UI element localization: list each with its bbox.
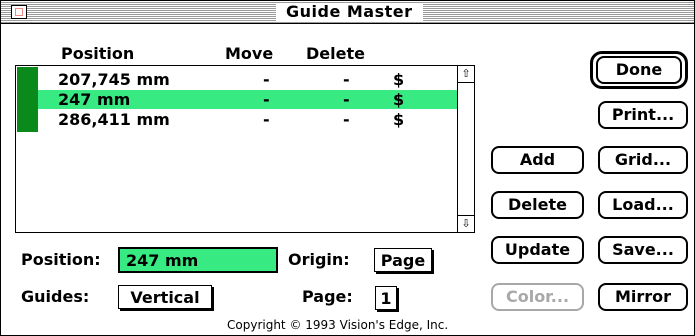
guide-position: 207,745 mm xyxy=(58,70,170,89)
guide-row-selected[interactable]: 247 mm - - $ xyxy=(38,90,457,109)
guide-list[interactable]: 207,745 mm - - $ 247 mm - - $ 286,411 mm… xyxy=(15,65,475,233)
down-arrow-icon[interactable]: ⇩ xyxy=(458,215,474,232)
guide-move: - xyxy=(263,110,270,129)
column-header-position: Position xyxy=(61,44,135,63)
origin-label: Origin: xyxy=(288,250,350,269)
position-input-value: 247 mm xyxy=(126,251,199,270)
print-button[interactable]: Print... xyxy=(598,101,688,129)
guide-position: 247 mm xyxy=(58,90,131,109)
mirror-button[interactable]: Mirror xyxy=(598,283,688,311)
color-button[interactable]: Color... xyxy=(491,283,584,311)
close-box-icon[interactable] xyxy=(11,5,27,19)
guide-master-window: Guide Master Position Move Delete 207,74… xyxy=(0,0,695,336)
done-button[interactable]: Done xyxy=(596,56,682,84)
guide-row[interactable]: 207,745 mm - - $ xyxy=(38,70,457,89)
guide-move: - xyxy=(263,70,270,89)
page-popup[interactable]: 1 xyxy=(375,286,397,310)
guide-flag: $ xyxy=(393,110,405,129)
column-header-delete: Delete xyxy=(306,44,365,63)
origin-popup[interactable]: Page xyxy=(374,248,432,272)
guides-label: Guides: xyxy=(21,287,90,306)
delete-button[interactable]: Delete xyxy=(491,191,584,219)
guide-flag: $ xyxy=(393,90,405,109)
add-button[interactable]: Add xyxy=(491,146,584,174)
position-input[interactable]: 247 mm xyxy=(118,247,278,273)
guide-delete: - xyxy=(343,70,350,89)
window-title: Guide Master xyxy=(276,3,423,21)
up-arrow-icon[interactable]: ⇧ xyxy=(458,66,474,83)
copyright-text: Copyright © 1993 Vision's Edge, Inc. xyxy=(227,318,449,332)
load-button[interactable]: Load... xyxy=(598,191,688,219)
guide-delete: - xyxy=(343,110,350,129)
list-scrollbar[interactable]: ⇧ ⇩ xyxy=(457,66,474,232)
guide-row[interactable]: 286,411 mm - - $ xyxy=(38,110,457,129)
position-label: Position: xyxy=(21,250,101,269)
guides-popup[interactable]: Vertical xyxy=(118,285,212,309)
page-label: Page: xyxy=(302,287,353,306)
save-button[interactable]: Save... xyxy=(598,236,688,264)
update-button[interactable]: Update xyxy=(491,236,584,264)
guide-delete: - xyxy=(343,90,350,109)
guide-position: 286,411 mm xyxy=(58,110,170,129)
guide-flag: $ xyxy=(393,70,405,89)
title-bar[interactable]: Guide Master xyxy=(1,1,694,24)
grid-button[interactable]: Grid... xyxy=(598,146,688,174)
guide-marker-bar xyxy=(17,67,38,132)
column-header-move: Move xyxy=(225,44,274,63)
guide-move: - xyxy=(263,90,270,109)
